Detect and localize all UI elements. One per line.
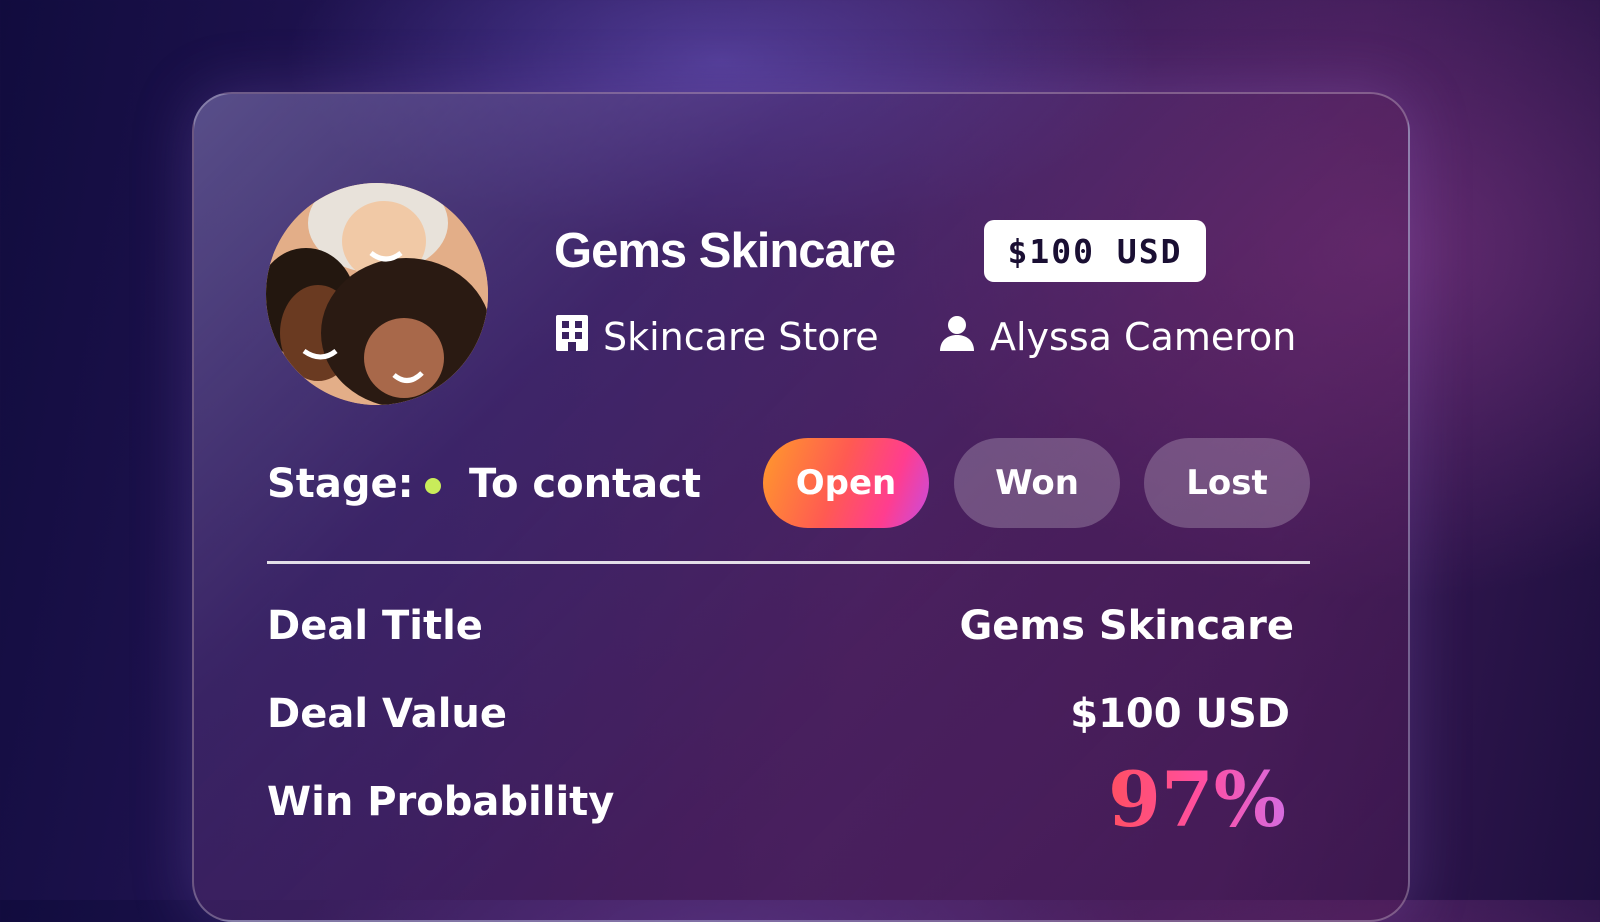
- stage-value: To contact: [469, 461, 701, 507]
- owner-meta: Alyssa Cameron: [938, 312, 1296, 362]
- win-probability-value: 97%: [1108, 755, 1286, 844]
- status-lost-button[interactable]: Lost: [1144, 438, 1310, 528]
- deal-value-label: Deal Value: [267, 691, 508, 737]
- deal-value-value: $100 USD: [1070, 691, 1290, 737]
- deal-title-value: Gems Skincare: [959, 603, 1294, 649]
- price-badge: $100 USD: [984, 220, 1206, 282]
- avatar: [266, 183, 488, 405]
- stage-label: Stage:: [267, 461, 414, 507]
- building-icon: [555, 314, 589, 361]
- deal-name-heading: Gems Skincare: [554, 224, 896, 278]
- win-probability-label: Win Probability: [267, 779, 615, 825]
- company-meta: Skincare Store: [555, 312, 879, 362]
- person-icon: [938, 314, 976, 361]
- divider: [267, 561, 1310, 564]
- status-open-button[interactable]: Open: [763, 438, 929, 528]
- stage-status-dot: [425, 478, 441, 494]
- owner-name: Alyssa Cameron: [990, 315, 1297, 359]
- status-won-button[interactable]: Won: [954, 438, 1120, 528]
- deal-title-label: Deal Title: [267, 603, 483, 649]
- company-name: Skincare Store: [603, 315, 879, 359]
- avatar-photo: [266, 183, 488, 405]
